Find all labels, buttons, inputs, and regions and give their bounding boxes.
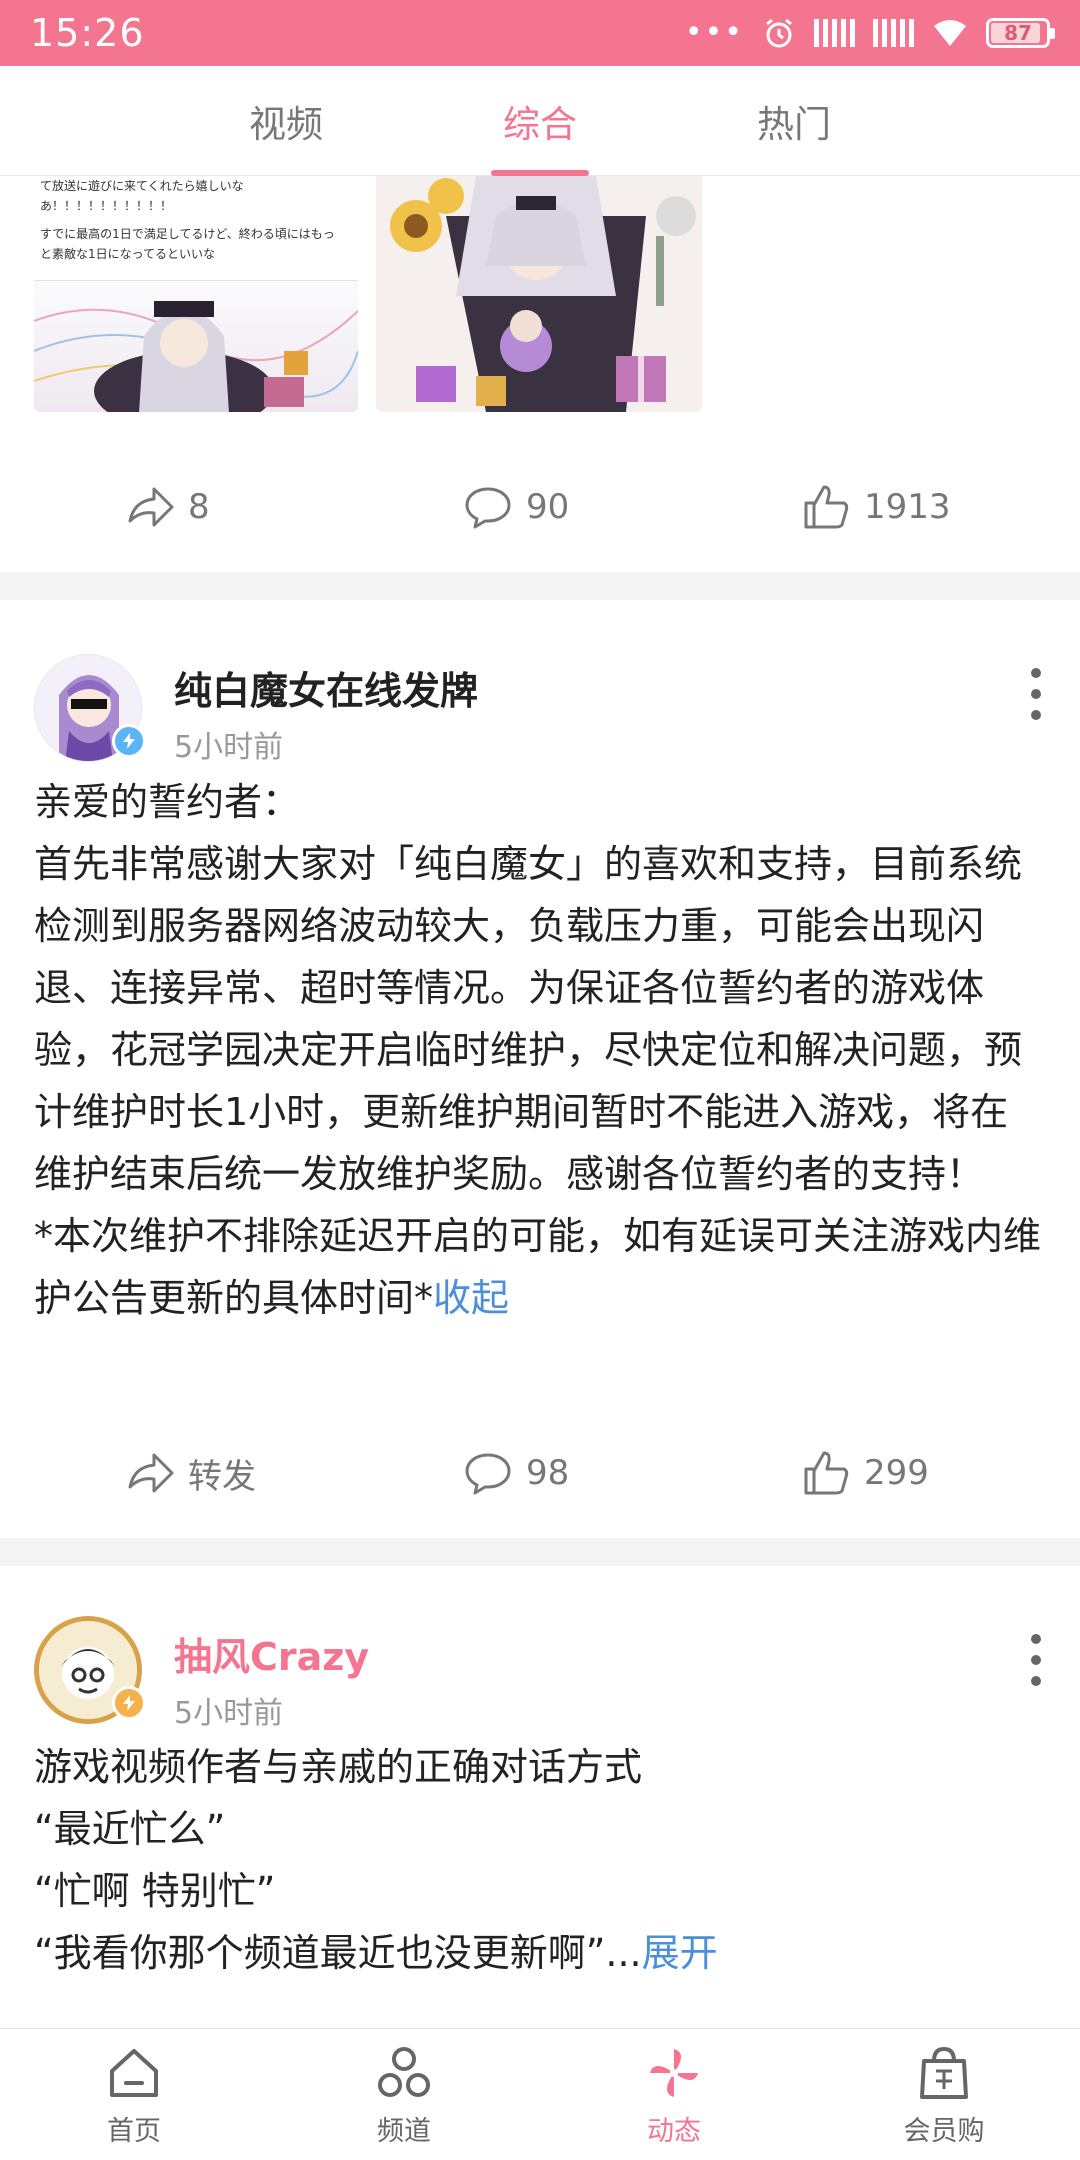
like-count: 1913 <box>864 487 951 527</box>
post-image[interactable]: て放送に遊びに来てくれたら嬉しいな あ！！！！！！！！！！ すでに最高の1日で満… <box>34 176 358 412</box>
comment-icon <box>465 1453 511 1495</box>
nav-label: 频道 <box>377 2115 431 2147</box>
action-bar: 转发 98 299 <box>0 1408 1080 1538</box>
signal-icon <box>873 19 914 47</box>
pinwheel-icon <box>650 2048 698 2097</box>
share-label: 转发 <box>188 1456 256 1497</box>
image-caption-text: て放送に遊びに来てくれたら嬉しいな あ！！！！！！！！！！ すでに最高の1日で満… <box>34 176 358 264</box>
alarm-icon <box>766 18 792 48</box>
share-button[interactable]: 转发 <box>124 1408 256 1538</box>
post-body[interactable]: 亲爱的誓约者： 首先非常感谢大家对「纯白魔女」的喜欢和支持，目前系统检测到服务器… <box>34 771 1046 1329</box>
battery-text: 87 <box>1004 21 1032 45</box>
verified-badge-icon <box>112 724 146 758</box>
post-text: “我看你那个频道最近也没更新啊”...展开 <box>34 1922 1046 1984</box>
more-dots-icon: ••• <box>684 15 744 50</box>
post-text: 首先非常感谢大家对「纯白魔女」的喜欢和支持，目前系统检测到服务器网络波动较大，负… <box>34 842 1023 1196</box>
tab-comprehensive[interactable]: 综合 <box>440 66 640 176</box>
signal-icon <box>814 19 855 47</box>
like-count: 299 <box>864 1453 929 1493</box>
wifi-icon <box>934 20 966 46</box>
share-icon <box>128 487 174 527</box>
thumbs-up-icon <box>804 485 849 529</box>
avatar[interactable] <box>34 1616 146 1724</box>
action-bar: 8 90 1913 <box>0 442 1080 572</box>
caption-line: て放送に遊びに来てくれたら嬉しいな <box>40 179 244 193</box>
caption-line: あ！！！！！！！！！！ <box>40 199 173 213</box>
post-text: “忙啊 特别忙” <box>34 1869 276 1913</box>
thumbs-up-icon <box>804 1451 849 1495</box>
caption-line: すでに最高の1日で満足してるけど、終わる頃にはもっ <box>40 227 335 241</box>
post-card[interactable]: 抽风Crazy 5小时前 游戏视频作者与亲戚的正确对话方式 “最近忙么” “忙啊… <box>0 1566 1080 2028</box>
comment-count: 90 <box>526 487 570 527</box>
post-text: 亲爱的誓约者： <box>34 780 301 824</box>
post-card: て放送に遊びに来てくれたら嬉しいな あ！！！！！！！！！！ すでに最高の1日で満… <box>0 176 1080 572</box>
channel-icon <box>378 2046 430 2097</box>
share-count: 8 <box>188 487 210 527</box>
caption-line: と素敵な1日になってるといいな <box>40 247 216 261</box>
post-text: “最近忙么” <box>34 1807 226 1851</box>
collapse-link[interactable]: 收起 <box>433 1276 509 1320</box>
post-text: 游戏视频作者与亲戚的正确对话方式 <box>34 1745 643 1789</box>
status-bar: 15:26 ••• 87 <box>0 0 1080 66</box>
post-time: 5小时前 <box>174 1696 284 1731</box>
comment-button[interactable]: 98 <box>462 1408 569 1538</box>
more-options-icon[interactable] <box>1026 1634 1046 1686</box>
nav-label: 首页 <box>107 2115 161 2147</box>
top-tabs: 视频 综合 热门 <box>0 66 1080 176</box>
post-header: 纯白魔女在线发牌 5小时前 <box>0 600 1080 770</box>
status-time: 15:26 <box>30 11 145 55</box>
card-divider <box>0 572 1080 600</box>
status-icons: ••• 87 <box>684 15 1055 50</box>
image-strip: て放送に遊びに来てくれたら嬉しいな あ！！！！！！！！！！ すでに最高の1日で満… <box>0 176 1080 442</box>
feed[interactable]: て放送に遊びに来てくれたら嬉しいな あ！！！！！！！！！！ すでに最高の1日で満… <box>0 176 1080 2028</box>
author-name[interactable]: 纯白魔女在线发牌 <box>174 660 478 715</box>
nav-label: 动态 <box>647 2115 701 2147</box>
post-header: 抽风Crazy 5小时前 <box>0 1566 1080 1736</box>
illustration-thumbnail <box>34 280 358 412</box>
author-name[interactable]: 抽风Crazy <box>174 1626 369 1681</box>
post-text-last: “我看你那个频道最近也没更新啊”... <box>34 1931 642 1975</box>
avatar[interactable] <box>34 654 146 762</box>
nav-item-home[interactable]: 首页 <box>34 2029 234 2160</box>
nav-item-vip-shop[interactable]: 会员购 <box>844 2029 1044 2160</box>
post-image[interactable] <box>376 176 702 412</box>
tab-hot[interactable]: 热门 <box>694 66 894 176</box>
battery-icon: 87 <box>986 18 1055 48</box>
share-icon <box>128 1453 174 1493</box>
post-time: 5小时前 <box>174 730 284 765</box>
shopping-bag-icon <box>920 2046 968 2099</box>
expand-link[interactable]: 展开 <box>642 1931 718 1975</box>
app-root: 15:26 ••• 87 视频 综合 热门 て放送に遊びに来てくれたら嬉しいな … <box>0 0 1080 2160</box>
comment-button[interactable]: 90 <box>462 442 569 572</box>
comment-count: 98 <box>526 1453 570 1493</box>
post-text: *本次维护不排除延迟开启的可能，如有延误可关注游戏内维护公告更新的具体时间*收起 <box>34 1205 1046 1329</box>
tab-label: 热门 <box>757 103 831 146</box>
post-card[interactable]: 纯白魔女在线发牌 5小时前 亲爱的誓约者： 首先非常感谢大家对「纯白魔女」的喜欢… <box>0 600 1080 1538</box>
tab-label: 视频 <box>249 103 323 146</box>
illustration-thumbnail <box>376 176 702 412</box>
home-icon <box>110 2048 158 2097</box>
share-button[interactable]: 8 <box>124 442 210 572</box>
comment-icon <box>465 487 511 529</box>
nav-item-channel[interactable]: 频道 <box>304 2029 504 2160</box>
nav-label: 会员购 <box>903 2115 985 2147</box>
verified-badge-icon <box>112 1686 146 1720</box>
like-button[interactable]: 1913 <box>800 442 951 572</box>
tab-label: 综合 <box>503 103 577 146</box>
card-divider <box>0 1538 1080 1566</box>
post-text-last: *本次维护不排除延迟开启的可能，如有延误可关注游戏内维护公告更新的具体时间* <box>34 1214 1042 1320</box>
bottom-nav: 首页 频道 动态 会员购 <box>0 2028 1080 2160</box>
tab-video[interactable]: 视频 <box>186 66 386 176</box>
like-button[interactable]: 299 <box>800 1408 929 1538</box>
post-body[interactable]: 游戏视频作者与亲戚的正确对话方式 “最近忙么” “忙啊 特别忙” “我看你那个频… <box>34 1736 1046 1984</box>
more-options-icon[interactable] <box>1026 668 1046 720</box>
nav-item-dynamic[interactable]: 动态 <box>574 2029 774 2160</box>
